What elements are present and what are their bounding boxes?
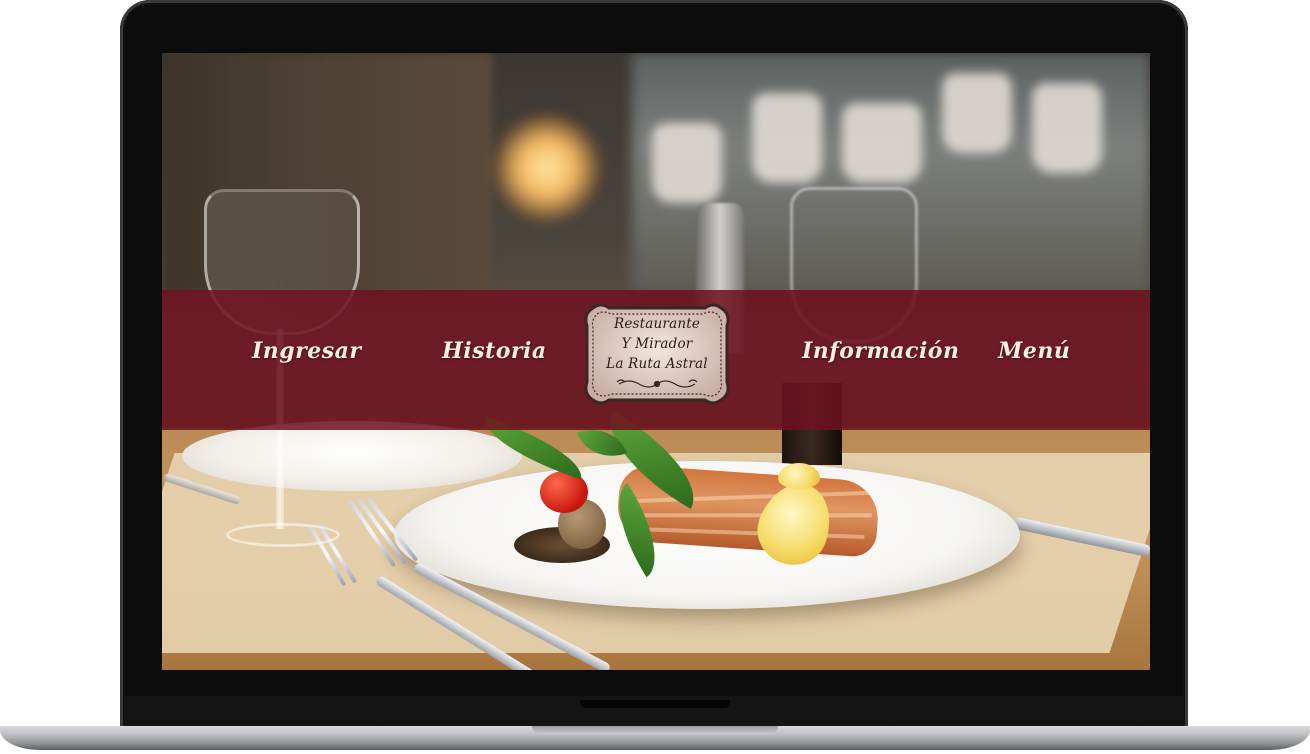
nav-link-informacion[interactable]: Información (802, 338, 959, 364)
logo-line-1: Restaurante (613, 316, 701, 332)
photo-wine-glass-foot (226, 523, 340, 547)
logo-line-3: La Ruta Astral (606, 356, 708, 372)
nav-link-historia[interactable]: Historia (442, 338, 547, 364)
website-screen: Ingresar Historia Restaurante Y Mirador … (162, 53, 1150, 670)
photo-back-plate (182, 421, 522, 491)
logo-badge[interactable]: Restaurante Y Mirador La Ruta Astral (579, 302, 735, 406)
nav-link-ingresar[interactable]: Ingresar (252, 338, 362, 364)
laptop-notch (580, 700, 730, 708)
photo-cup (842, 103, 922, 183)
logo-line-2: Y Mirador (621, 336, 693, 352)
photo-cup (652, 123, 722, 203)
laptop-lip (532, 726, 778, 734)
photo-cup (942, 73, 1012, 153)
nav-link-menu[interactable]: Menú (998, 338, 1070, 364)
photo-cup (1032, 83, 1102, 173)
nav-bar: Ingresar Historia Restaurante Y Mirador … (162, 290, 1150, 430)
photo-cup (752, 93, 822, 183)
photo-lemon-wedge (778, 463, 820, 489)
photo-lamp-glow (492, 113, 602, 223)
